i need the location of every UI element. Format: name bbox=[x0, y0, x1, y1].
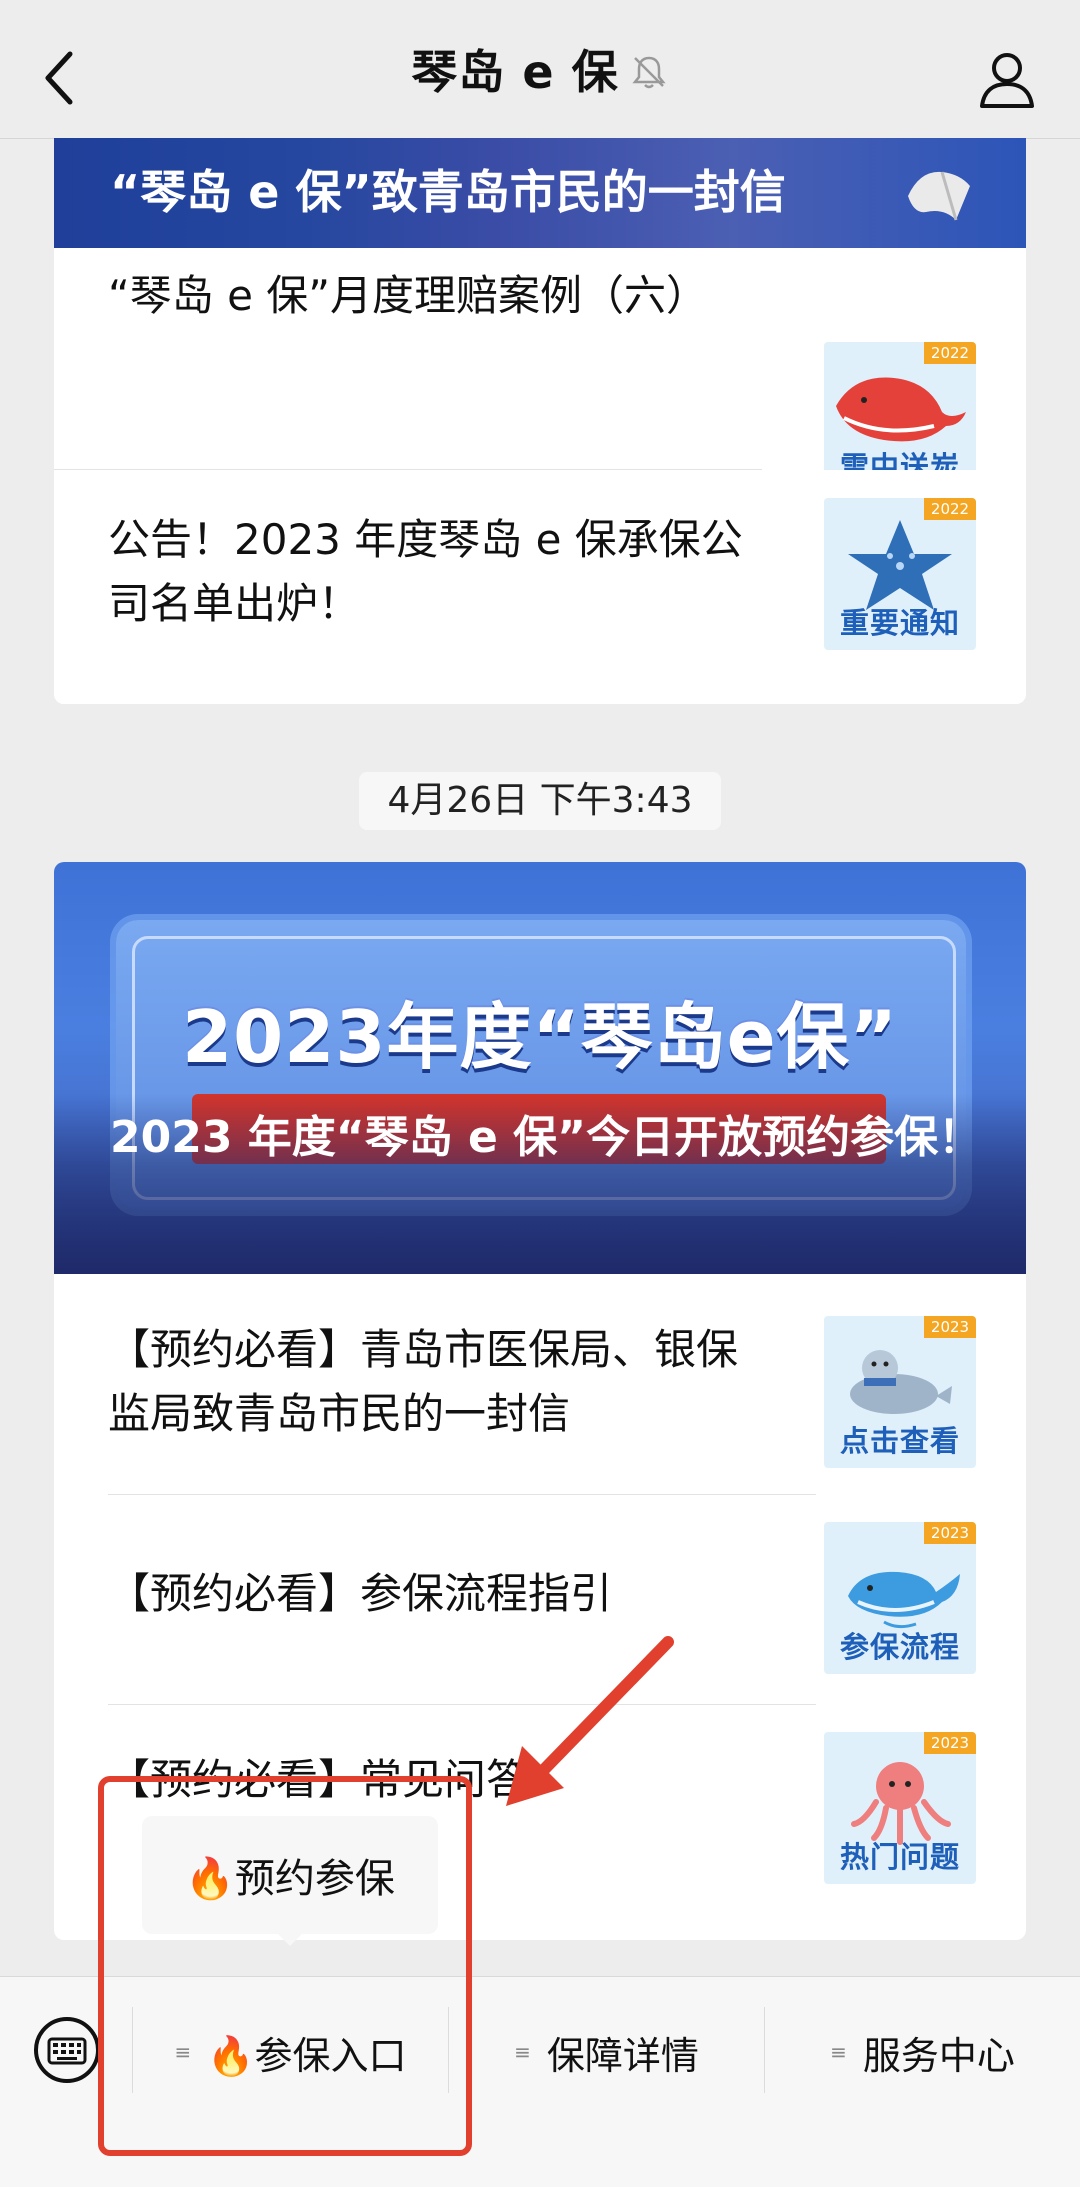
thumb-caption: 热门问题 bbox=[839, 1840, 960, 1874]
list-item[interactable]: 【预约必看】参保流程指引 2023 参保流程 bbox=[108, 1494, 976, 1702]
person-icon bbox=[980, 53, 1034, 108]
profile-button[interactable] bbox=[974, 46, 1040, 112]
menu-lines-icon: ≡ bbox=[830, 2040, 847, 2064]
thumb-caption: 重要通知 bbox=[839, 606, 960, 640]
item-thumbnail: 2023 参保流程 bbox=[824, 1522, 976, 1674]
item-thumbnail: 2023 热门问题 bbox=[824, 1732, 976, 1884]
item-title: “琴岛 e 保”月度理赔案例（六） bbox=[108, 271, 709, 320]
menu-label: 保障详情 bbox=[546, 2033, 699, 2078]
keyboard-toggle-button[interactable] bbox=[32, 2015, 102, 2085]
item-title: 【预约必看】参保流程指引 bbox=[108, 1569, 613, 1618]
article-banner-2[interactable]: 2023年度“琴岛e保” 2023 年度“琴岛 e 保”今日开放预约参保！ bbox=[54, 862, 1026, 1274]
mute-bell-icon bbox=[629, 49, 669, 89]
menu-label: 服务中心 bbox=[862, 2033, 1015, 2078]
list-item[interactable]: 【预约必看】青岛市医保局、银保监局致青岛市民的一封信 2023 点击查看 bbox=[108, 1274, 976, 1484]
menu-service-center[interactable]: ≡ 服务中心 bbox=[765, 1997, 1080, 2107]
keyboard-icon bbox=[34, 2017, 100, 2083]
menu-coverage-details[interactable]: ≡ 保障详情 bbox=[449, 1997, 764, 2107]
list-item[interactable]: 公告！2023 年度琴岛 e 保承保公司名单出炉！ 2022 重要通知 bbox=[108, 470, 976, 704]
article-card-1-rest: 公告！2023 年度琴岛 e 保承保公司名单出炉！ 2022 重要通知 bbox=[54, 470, 1026, 704]
menu-lines-icon: ≡ bbox=[514, 2040, 531, 2064]
highlight-box bbox=[98, 1776, 472, 2156]
item-thumbnail: 2023 点击查看 bbox=[824, 1316, 976, 1468]
message-timestamp: 4月26日 下午3:43 bbox=[359, 772, 721, 830]
thumb-caption: 点击查看 bbox=[839, 1424, 960, 1458]
item-title: 【预约必看】青岛市医保局、银保监局致青岛市民的一封信 bbox=[108, 1325, 739, 1438]
banner-title: 2023 年度“琴岛 e 保”今日开放预约参保！ bbox=[110, 1112, 983, 1163]
page-title: 琴岛 e 保 bbox=[411, 45, 619, 99]
item-title: 公告！2023 年度琴岛 e 保承保公司名单出炉！ bbox=[108, 515, 743, 628]
item-thumbnail: 2022 重要通知 bbox=[824, 498, 976, 650]
list-item[interactable]: “琴岛 e 保”月度理赔案例（六） 2022 雪中送炭 bbox=[108, 190, 976, 494]
thumb-caption: 参保流程 bbox=[839, 1630, 960, 1664]
top-bar: 琴岛 e 保 bbox=[0, 0, 1080, 139]
banner-graphic-text: 2023年度“琴岛e保” bbox=[182, 995, 898, 1079]
